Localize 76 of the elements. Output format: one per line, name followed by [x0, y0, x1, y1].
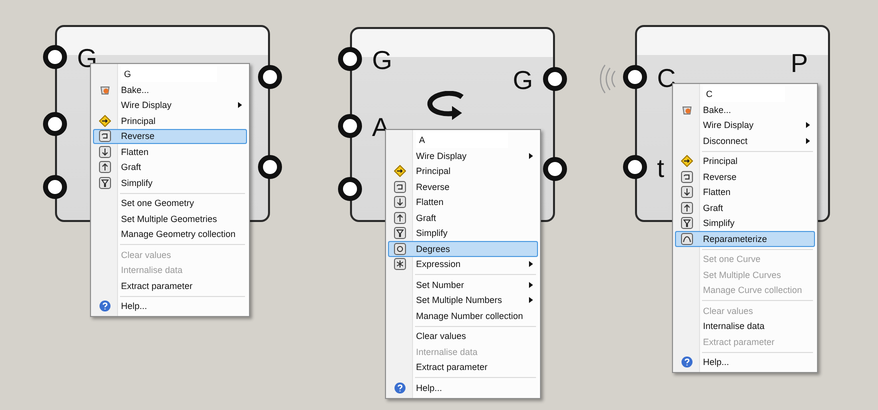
funnel-icon [681, 217, 693, 230]
menu-item[interactable]: Flatten [93, 144, 247, 160]
menu-item[interactable]: Help... [93, 298, 247, 314]
help-icon [99, 300, 111, 312]
menu-item[interactable]: Simplify [388, 226, 538, 241]
funnel-icon [99, 176, 111, 189]
menu-item[interactable]: Graft [675, 200, 815, 216]
menu-item[interactable]: Expression [388, 256, 538, 272]
port-ring[interactable] [543, 157, 567, 181]
port-ring[interactable] [623, 155, 647, 179]
menu-item[interactable]: Simplify [675, 216, 815, 231]
down-arrow-icon [394, 196, 406, 208]
menu-item[interactable]: Set Multiple Geometries [93, 211, 247, 226]
menu-item[interactable]: Clear values [388, 328, 538, 344]
menu-item[interactable]: Wire Display [675, 118, 815, 133]
diamond-arrow-icon [394, 165, 406, 178]
menu-item[interactable]: Principal [388, 164, 538, 179]
menu-item[interactable]: Disconnect [675, 133, 815, 148]
cup-icon [681, 104, 693, 116]
degree-icon [394, 242, 406, 255]
up-arrow-icon [394, 212, 406, 224]
reverse-icon [99, 130, 111, 142]
reverse-icon [681, 170, 693, 183]
asterisk-icon [394, 258, 406, 270]
menu-item[interactable]: Bake... [675, 102, 815, 118]
menu-item[interactable]: Extract parameter [388, 360, 538, 375]
port-label: G [372, 47, 392, 73]
menu-item[interactable]: Help... [675, 354, 815, 370]
menu-item[interactable]: Manage Geometry collection [93, 226, 247, 242]
port-label: G [512, 67, 533, 93]
menu-item[interactable]: Principal [675, 154, 815, 169]
menu-item[interactable]: Help... [388, 380, 538, 396]
funnel-icon [394, 227, 406, 240]
help-icon [681, 356, 693, 368]
port-ring[interactable] [258, 65, 282, 89]
port-ring[interactable] [43, 45, 67, 69]
menu-item[interactable]: Flatten [675, 184, 815, 200]
port-ring[interactable] [543, 67, 567, 91]
menu-item[interactable]: Internalise data [675, 318, 815, 334]
down-arrow-icon [99, 146, 111, 158]
menu-item[interactable]: Set one Geometry [93, 196, 247, 211]
curve-icon [681, 232, 693, 245]
help-icon [394, 382, 406, 394]
menu-item[interactable]: Set Multiple Numbers [388, 292, 538, 308]
menu-item[interactable]: Set Number [388, 277, 538, 292]
port-label: P [790, 50, 808, 76]
port-ring[interactable] [258, 155, 282, 179]
menu-item[interactable]: Principal [93, 113, 247, 128]
menu-item[interactable]: Manage Number collection [388, 308, 538, 324]
menu-item[interactable]: Extract parameter [93, 278, 247, 294]
cup-icon [99, 84, 111, 96]
reverse-icon [394, 180, 406, 193]
up-arrow-icon [99, 161, 111, 174]
menu-item[interactable]: Simplify [93, 175, 247, 190]
port-ring[interactable] [43, 175, 67, 199]
port-label: C [657, 65, 676, 91]
menu-item[interactable]: Wire Display [93, 98, 247, 113]
menu-item[interactable]: Reverse [675, 169, 815, 184]
up-arrow-icon [681, 202, 693, 214]
menu-item[interactable]: Reverse [388, 179, 538, 194]
menu-item[interactable]: Reparameterize [675, 231, 815, 246]
menu-item[interactable]: Bake... [93, 82, 247, 98]
port-ring[interactable] [338, 177, 362, 201]
menu-item[interactable]: Reverse [93, 128, 247, 144]
menu-item[interactable]: Flatten [388, 194, 538, 210]
port-label: t [657, 155, 664, 181]
port-ring[interactable] [43, 112, 67, 136]
port-ring[interactable] [623, 65, 647, 89]
port-ring[interactable] [338, 114, 362, 138]
menu-item[interactable]: Wire Display [388, 148, 538, 164]
menu-item[interactable]: Degrees [388, 241, 538, 256]
diamond-arrow-icon [681, 155, 693, 168]
diamond-arrow-icon [99, 114, 111, 127]
down-arrow-icon [681, 186, 693, 198]
port-ring[interactable] [338, 47, 362, 71]
menu-item[interactable]: Graft [93, 160, 247, 175]
